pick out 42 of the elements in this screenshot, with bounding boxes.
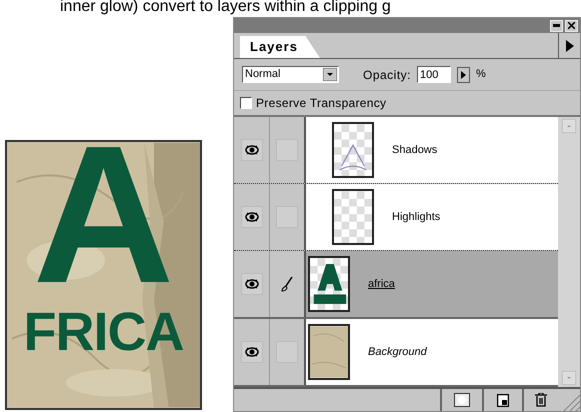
visibility-toggle[interactable] [240,273,262,295]
blend-mode-dropdown[interactable]: Normal [242,66,339,83]
minimize-icon [553,24,560,27]
scroll-down-icon [562,371,576,385]
opacity-label: Opacity: [363,66,412,84]
menu-arrow-icon [566,40,574,52]
visibility-toggle[interactable] [240,139,262,161]
preserve-transparency-label: Preserve Transparency [256,95,386,112]
brush-icon [281,276,293,292]
preserve-transparency-checkbox[interactable] [240,97,252,109]
layers-tab[interactable]: Layers [240,36,320,58]
layer-name: africa [368,276,395,292]
scroll-up-icon [562,119,576,133]
sketch-thumbnail [332,122,374,178]
dropdown-arrow-icon [323,68,337,81]
eye-icon [244,211,258,223]
layer-row[interactable]: Background [306,319,558,385]
layer-name: Highlights [392,210,440,225]
close-icon [568,22,575,29]
layer-name: Shadows [392,142,438,158]
layer-name: Background [368,344,427,360]
eye-icon [244,144,258,156]
layer-row[interactable]: Highlights [306,184,558,250]
texture-thumbnail [308,324,350,380]
layer-row[interactable]: Shadows [306,117,558,183]
minimize-button[interactable] [550,20,563,32]
opacity-slider-button[interactable] [457,66,470,82]
scrollbar[interactable] [558,117,580,387]
transparent-thumbnail [332,189,374,245]
new-layer-icon [497,394,509,406]
mask-icon [454,393,470,407]
opacity-field[interactable]: 100 [417,66,452,83]
visibility-toggle[interactable] [240,206,262,228]
percent-label: % [476,67,486,82]
artwork-thumbnail [308,256,350,312]
play-arrow-icon [461,70,466,78]
eye-icon [244,278,258,290]
trash-icon [535,393,547,407]
close-button[interactable] [565,20,578,32]
visibility-toggle[interactable] [240,341,262,363]
eye-icon [244,346,258,358]
layer-row[interactable]: africa [306,251,558,317]
